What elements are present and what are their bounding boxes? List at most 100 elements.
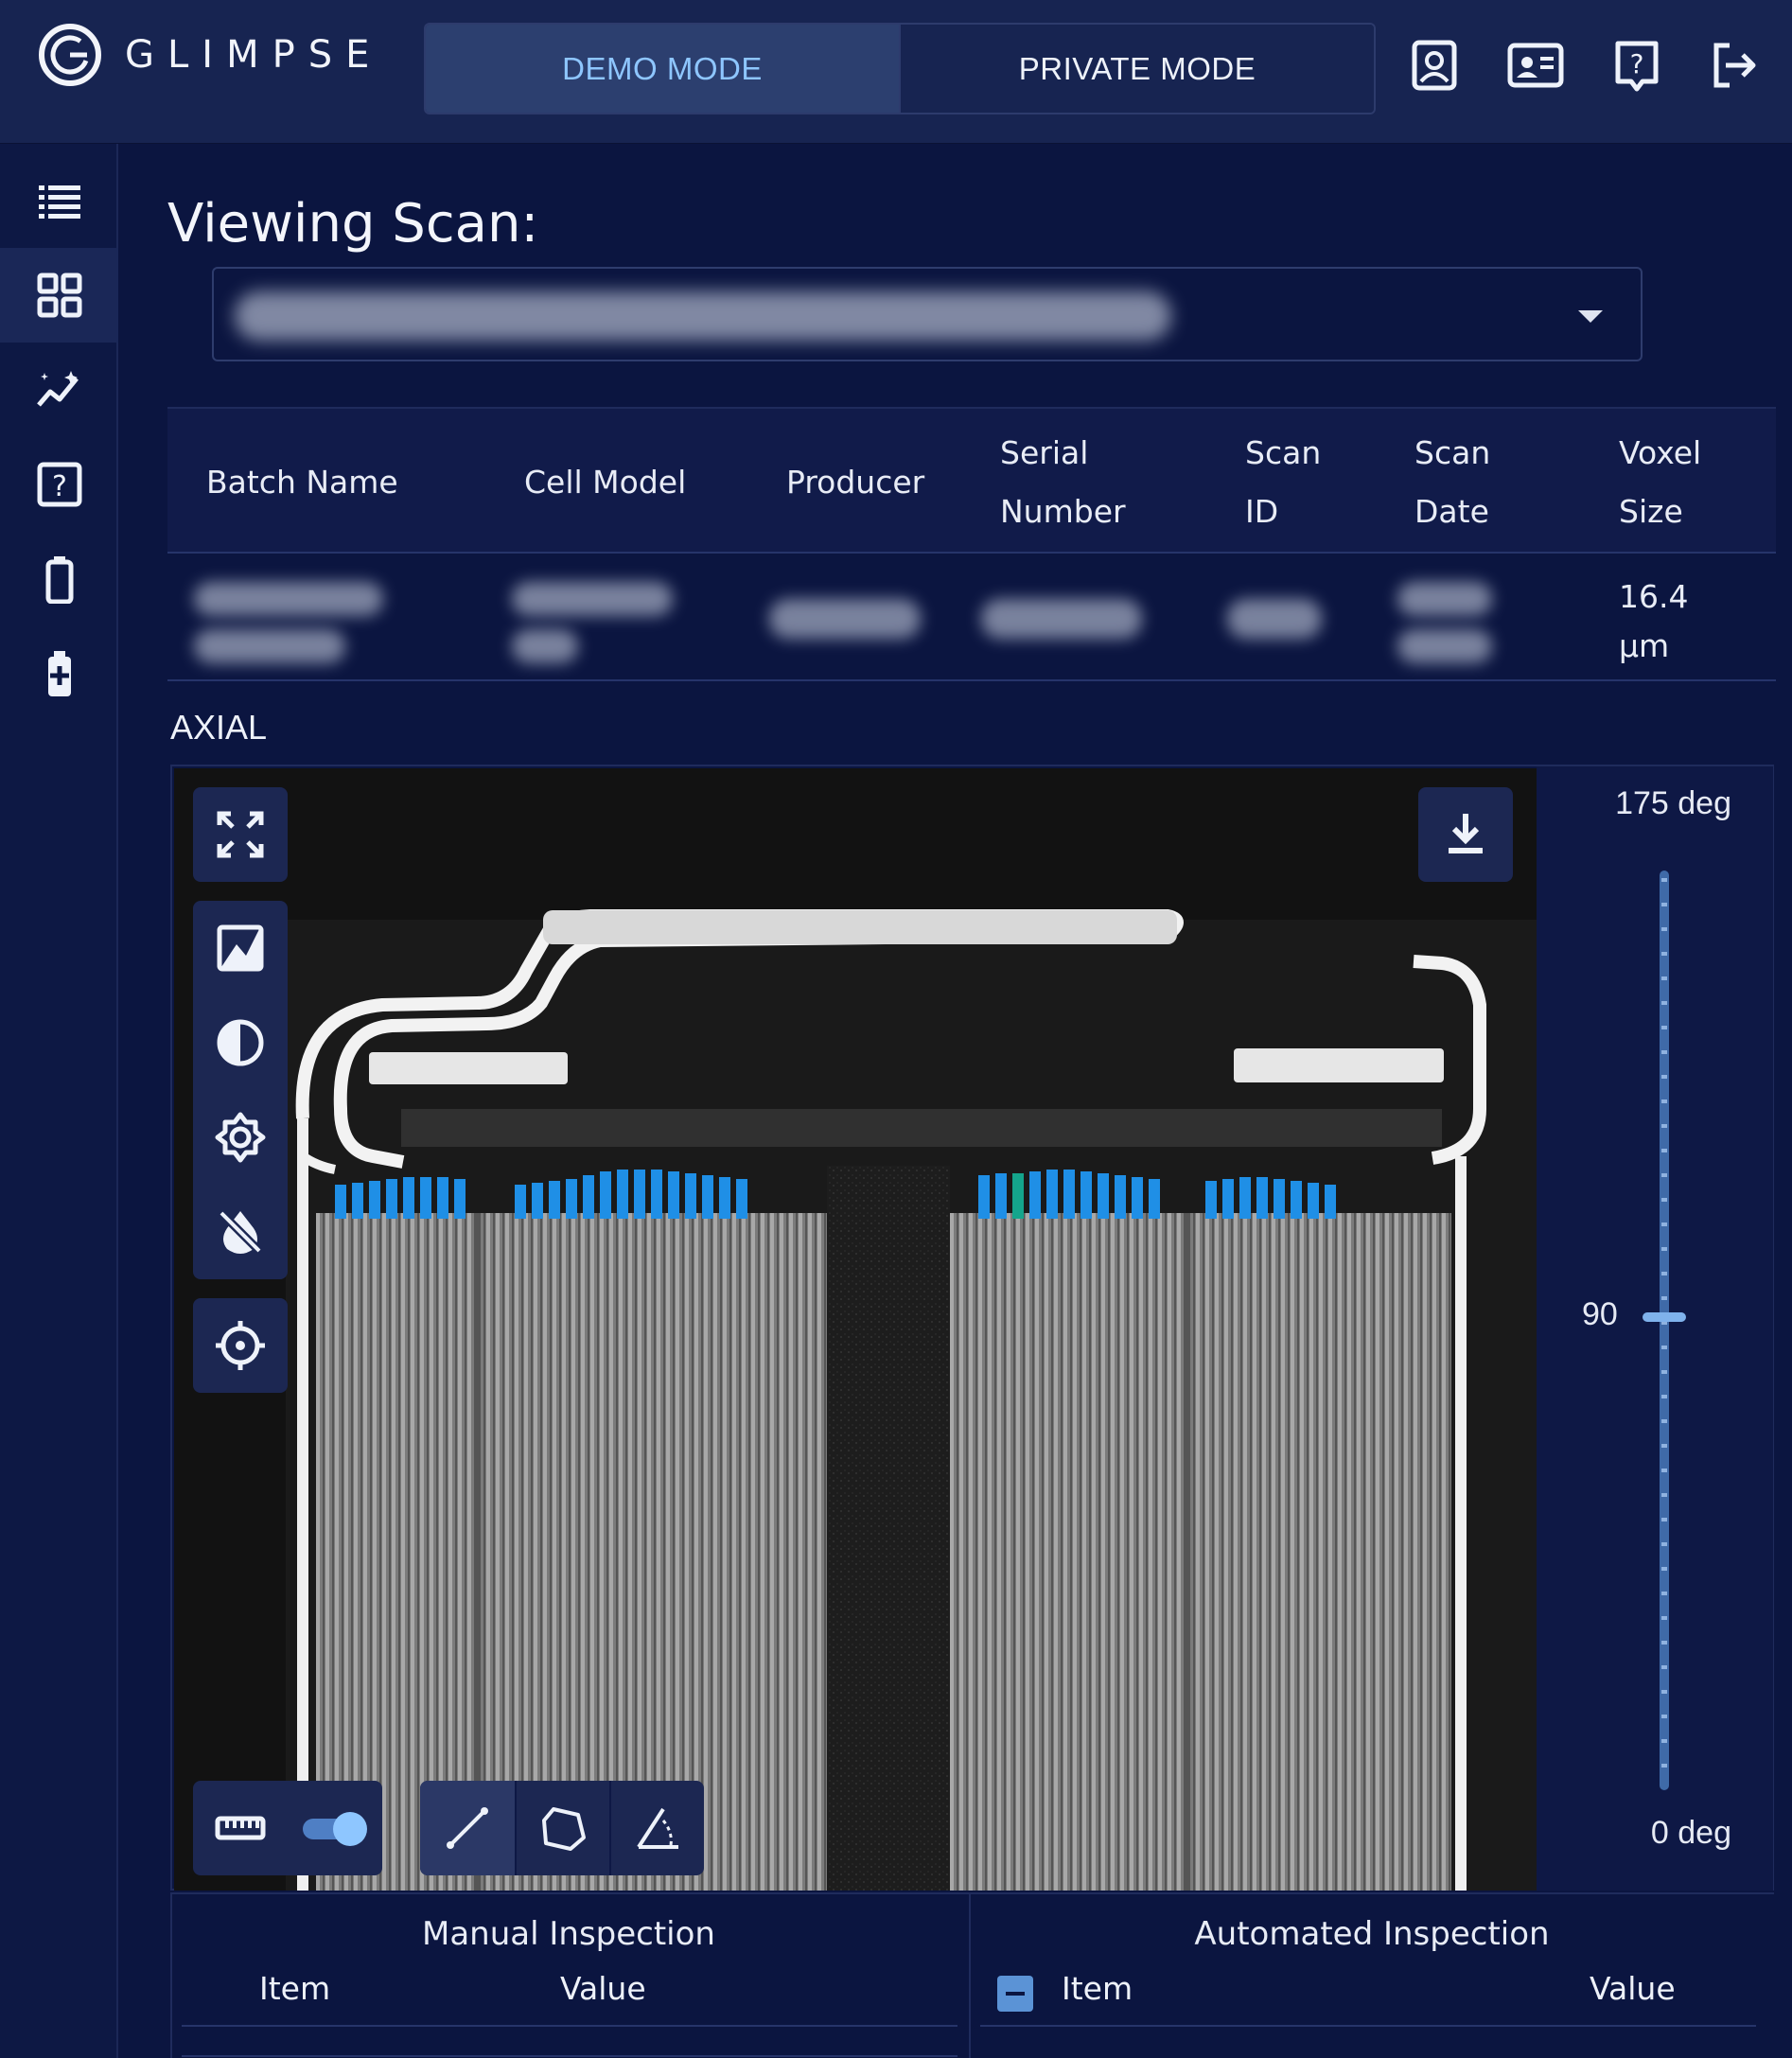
manual-inspection-panel: Manual Inspection Item Value [170, 1894, 965, 2058]
app-name: GLIMPSE [125, 33, 383, 77]
angle-slider-panel: 175 deg 90 0 deg [1537, 766, 1773, 1891]
account-icon[interactable] [1410, 38, 1459, 93]
id-card-icon[interactable] [1506, 38, 1565, 93]
table-row[interactable]: 16.4 µm [167, 554, 1776, 681]
sidebar-item-help[interactable]: ? [0, 437, 118, 532]
brightness-icon [215, 1112, 266, 1163]
crosshair-button[interactable] [193, 1298, 288, 1393]
logo[interactable]: GLIMPSE [36, 21, 382, 89]
fullscreen-tool-group [193, 787, 288, 882]
header-voxel-size: Voxel Size [1619, 434, 1702, 530]
ruler-button[interactable] [193, 1781, 288, 1875]
collapse-all-icon[interactable] [997, 1976, 1033, 2012]
help-icon: ? [37, 462, 81, 507]
scan-select[interactable] [212, 267, 1643, 361]
polygon-icon [542, 1807, 586, 1851]
logout-icon[interactable] [1709, 38, 1758, 93]
scan-select-value-redacted [235, 291, 1171, 341]
list-icon [38, 185, 80, 219]
demo-mode-button[interactable]: DEMO MODE [426, 25, 901, 113]
angle-tool-button[interactable] [609, 1781, 704, 1875]
angle-min-label: 0 deg [1650, 1815, 1731, 1851]
view-label: AXIAL [170, 708, 268, 747]
invert-colors-off-icon [218, 1209, 263, 1255]
sidebar-item-list[interactable] [0, 153, 118, 248]
scan-info-table: Batch Name Cell Model Producer Serial Num… [167, 407, 1776, 681]
cell-batch-name-redacted [194, 582, 383, 616]
manual-value-header: Value [560, 1970, 646, 2007]
top-bar: GLIMPSE DEMO MODE PRIVATE MODE ? [0, 0, 1792, 144]
header-producer: Producer [786, 464, 925, 501]
private-mode-button[interactable]: PRIVATE MODE [901, 25, 1374, 113]
crosshair-icon [216, 1321, 265, 1370]
header-actions: ? [1410, 38, 1758, 93]
manual-inspection-title: Manual Inspection [422, 1915, 715, 1953]
header-cell-model: Cell Model [524, 464, 687, 501]
invert-button[interactable] [193, 901, 288, 995]
cell-scan-date-redacted [1397, 582, 1492, 616]
measure-toggle-group [193, 1781, 382, 1875]
cell-producer-redacted [769, 599, 921, 639]
help-icon[interactable]: ? [1612, 38, 1661, 93]
fullscreen-button[interactable] [193, 787, 288, 882]
contrast-icon [217, 1019, 264, 1066]
cell-cell-model-redacted [512, 629, 578, 663]
sidebar: ? [0, 144, 118, 2058]
automated-inspection-title: Automated Inspection [1194, 1915, 1550, 1953]
ruler-icon [215, 1816, 266, 1840]
image-invert-icon [217, 924, 264, 972]
brightness-button[interactable] [193, 1090, 288, 1185]
battery-icon [45, 556, 73, 604]
analytics-icon [36, 371, 79, 407]
mode-toggle: DEMO MODE PRIVATE MODE [424, 23, 1376, 114]
line-tool-button[interactable] [420, 1781, 515, 1875]
sidebar-item-battery-charge[interactable] [0, 626, 118, 721]
automated-value-header: Value [1590, 1970, 1676, 2007]
download-tool-group [1418, 787, 1513, 882]
sidebar-item-analytics[interactable] [0, 343, 118, 437]
cell-scan-date-redacted [1397, 629, 1492, 663]
angle-current-value: 90 [1582, 1296, 1618, 1333]
angle-icon [637, 1807, 678, 1849]
annotation-tool-group [420, 1781, 704, 1875]
polygon-tool-button[interactable] [515, 1781, 609, 1875]
angle-slider-thumb[interactable] [1643, 1312, 1686, 1323]
chevron-down-icon[interactable] [1578, 310, 1603, 323]
sidebar-item-battery[interactable] [0, 532, 118, 626]
automated-inspection-panel: Automated Inspection Item Value [969, 1894, 1773, 2058]
image-adjust-tool-group [193, 901, 288, 1279]
divider [182, 2025, 957, 2027]
toggle-switch-icon [303, 1812, 367, 1846]
measure-toggle[interactable] [288, 1781, 382, 1875]
battery-charge-icon [47, 651, 71, 696]
cell-scan-id-redacted [1227, 599, 1322, 639]
viewing-scan-label: Viewing Scan: [167, 193, 539, 255]
header-batch-name: Batch Name [206, 464, 398, 501]
crosshair-tool-group [193, 1298, 288, 1393]
cell-voxel-size: 16.4 µm [1619, 578, 1689, 664]
svg-text:?: ? [1630, 48, 1644, 79]
line-measure-icon [447, 1807, 488, 1849]
inspection-panels: Manual Inspection Item Value Automated I… [170, 1892, 1774, 2058]
ct-scan-image[interactable] [174, 768, 1537, 1891]
download-button[interactable] [1418, 787, 1513, 882]
header-scan-date: Scan Date [1414, 434, 1491, 530]
fullscreen-icon [217, 811, 264, 858]
automated-item-header: Item [1062, 1970, 1133, 2007]
glimpse-logo-icon [39, 24, 101, 86]
angle-slider-ticks [1661, 878, 1667, 1783]
contrast-button[interactable] [193, 995, 288, 1090]
sidebar-item-dashboard[interactable] [0, 248, 118, 343]
cell-cell-model-redacted [512, 582, 673, 616]
svg-text:?: ? [52, 470, 67, 503]
download-icon [1449, 814, 1483, 853]
manual-item-header: Item [259, 1970, 331, 2007]
grid-icon [37, 273, 81, 318]
cell-serial-number-redacted [981, 599, 1142, 639]
header-serial-number: Serial Number [1000, 434, 1126, 530]
divider [980, 2025, 1756, 2027]
angle-max-label: 175 deg [1615, 785, 1731, 821]
saturation-button[interactable] [193, 1185, 288, 1279]
divider [182, 2055, 957, 2057]
ct-scan-graphic [174, 768, 1537, 1891]
